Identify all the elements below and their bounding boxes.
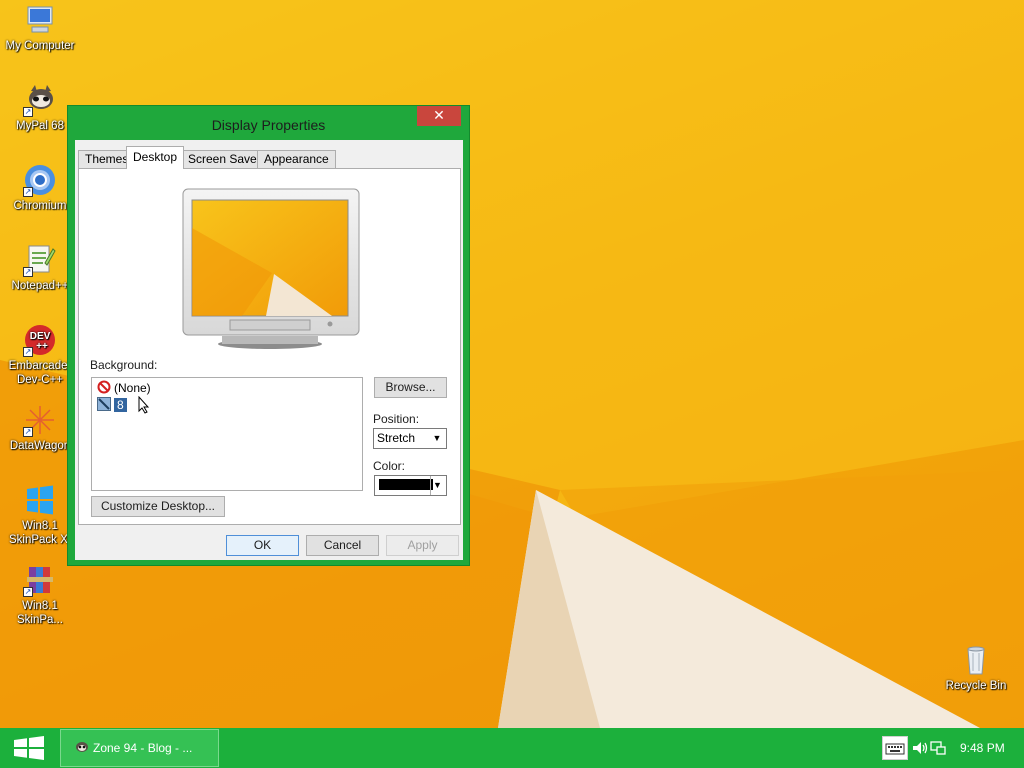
windows-logo-icon xyxy=(23,483,57,517)
position-label: Position: xyxy=(373,412,420,426)
mouse-cursor-icon xyxy=(138,396,150,414)
list-item-label: 8 xyxy=(114,398,127,412)
notepad-icon: ↗ xyxy=(23,243,57,277)
keyboard-icon[interactable] xyxy=(882,736,908,760)
color-label: Color: xyxy=(373,459,406,473)
window-title: Display Properties xyxy=(211,117,326,133)
winrar-icon: ↗ xyxy=(23,563,57,597)
raccoon-icon: ↗ xyxy=(23,83,57,117)
ok-button[interactable]: OK xyxy=(226,535,299,556)
tab-screen-saver[interactable]: Screen Saver xyxy=(181,150,268,168)
desktop-icon-label: Recycle Bin xyxy=(945,680,1007,692)
tab-appearance[interactable]: Appearance xyxy=(257,150,336,168)
shortcut-arrow-icon: ↗ xyxy=(23,587,33,597)
cancel-button[interactable]: Cancel xyxy=(306,535,379,556)
recycle-bin-icon xyxy=(959,643,993,677)
raccoon-icon xyxy=(75,731,89,752)
background-label: Background: xyxy=(90,358,158,372)
customize-desktop-button[interactable]: Customize Desktop... xyxy=(91,496,225,517)
desktop-icon-skinpack[interactable]: ↗ Win8.1 SkinPa... xyxy=(0,563,80,627)
shortcut-arrow-icon: ↗ xyxy=(23,187,33,197)
taskbar-item-label: Zone 94 - Blog - ... xyxy=(93,741,193,755)
shortcut-arrow-icon: ↗ xyxy=(23,267,33,277)
color-swatch xyxy=(379,479,433,490)
dialog-client-area: Themes Desktop Screen Saver Appearance B… xyxy=(75,140,463,560)
color-picker-button[interactable]: ▼ xyxy=(374,475,447,496)
list-item-label: (None) xyxy=(114,381,151,395)
display-properties-window: Display Properties ✕ Themes Desktop Scre… xyxy=(67,105,470,566)
desktop-icon-label: Win8.1 SkinPa... xyxy=(16,600,64,626)
volume-icon[interactable] xyxy=(911,739,929,757)
desktop-icon-recycle-bin[interactable]: Recycle Bin xyxy=(936,643,1016,693)
taskbar: Zone 94 - Blog - ... 9:48 PM xyxy=(0,728,1024,768)
start-button[interactable] xyxy=(0,728,58,768)
desktop-tab-panel: Background: (None) 8 Browse... Position:… xyxy=(78,168,461,525)
position-select[interactable]: Stretch ▼ xyxy=(373,428,447,449)
chevron-down-icon: ▼ xyxy=(432,433,442,443)
datawagon-icon: ↗ xyxy=(23,403,57,437)
tab-desktop[interactable]: Desktop xyxy=(126,146,185,169)
desktop-icon-label: My Computer xyxy=(5,40,75,52)
svg-text:++: ++ xyxy=(36,341,48,352)
apply-button[interactable]: Apply xyxy=(386,535,459,556)
image-file-icon xyxy=(97,397,111,411)
system-clock[interactable]: 9:48 PM xyxy=(960,741,1005,755)
list-item-selected[interactable]: 8 xyxy=(97,397,127,413)
network-icon[interactable] xyxy=(929,739,947,757)
devcpp-icon: DEV ++ ↗ xyxy=(23,323,57,357)
browse-button[interactable]: Browse... xyxy=(374,377,447,398)
no-entry-icon xyxy=(97,380,111,394)
taskbar-item-zone94[interactable]: Zone 94 - Blog - ... xyxy=(60,729,219,767)
desktop-icon-my-computer[interactable]: My Computer xyxy=(0,3,80,53)
background-listbox[interactable]: (None) 8 xyxy=(91,377,363,491)
monitor-preview xyxy=(182,188,360,349)
shortcut-arrow-icon: ↗ xyxy=(23,107,33,117)
close-button[interactable]: ✕ xyxy=(417,106,461,126)
windows-logo-icon xyxy=(14,736,44,760)
computer-icon xyxy=(23,3,57,37)
chevron-down-icon: ▼ xyxy=(430,476,444,495)
position-value: Stretch xyxy=(377,431,416,445)
shortcut-arrow-icon: ↗ xyxy=(23,427,33,437)
title-bar[interactable]: Display Properties ✕ xyxy=(68,106,469,140)
chromium-icon: ↗ xyxy=(23,163,57,197)
list-item[interactable]: (None) xyxy=(97,380,151,396)
shortcut-arrow-icon: ↗ xyxy=(23,347,33,357)
